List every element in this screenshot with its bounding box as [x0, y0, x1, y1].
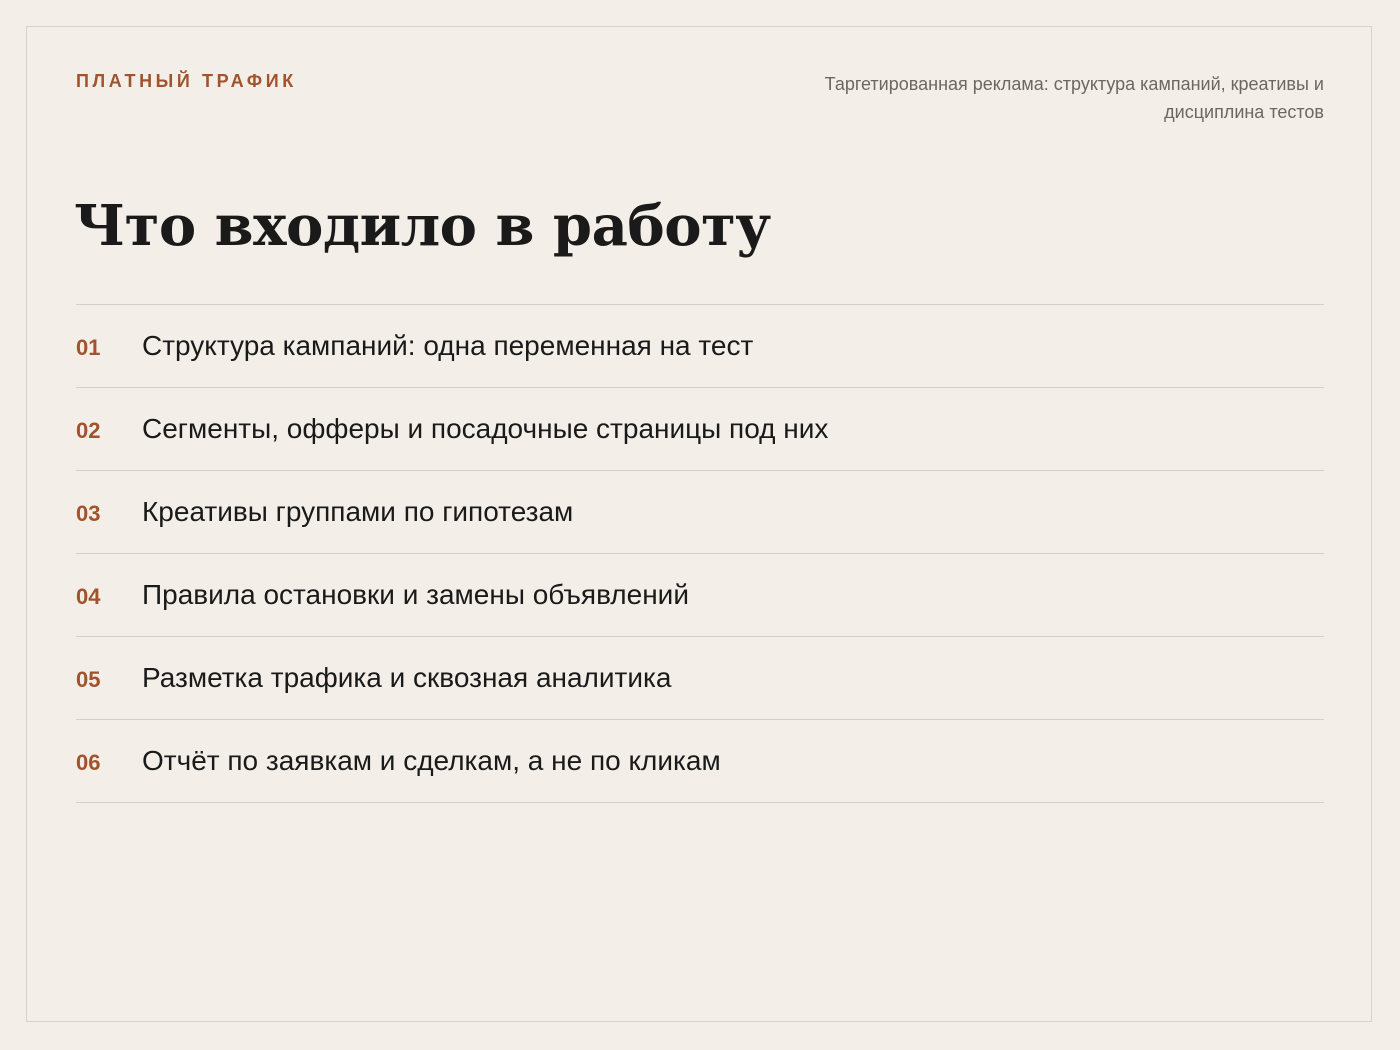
- item-number: 06: [76, 750, 101, 775]
- list-item: 02 Сегменты, офферы и посадочные страниц…: [76, 388, 1324, 471]
- item-number: 04: [76, 584, 101, 609]
- item-text: Креативы группами по гипотезам: [142, 496, 574, 527]
- list-item: 04 Правила остановки и замены объявлений: [76, 554, 1324, 637]
- item-number: 05: [76, 667, 101, 692]
- section-label: ПЛАТНЫЙ ТРАФИК: [76, 71, 297, 91]
- list-item: 01 Структура кампаний: одна переменная н…: [76, 305, 1324, 388]
- page-title: Что входило в работу: [74, 193, 771, 259]
- item-number: 03: [76, 501, 101, 526]
- slide-subtitle: Таргетированная реклама: структура кампа…: [824, 74, 1324, 122]
- item-number: 01: [76, 335, 101, 360]
- item-text: Разметка трафика и сквозная аналитика: [142, 662, 672, 693]
- list-item: 03 Креативы группами по гипотезам: [76, 471, 1324, 554]
- list-item: 05 Разметка трафика и сквозная аналитика: [76, 637, 1324, 720]
- item-text: Сегменты, офферы и посадочные страницы п…: [142, 413, 829, 444]
- item-text: Структура кампаний: одна переменная на т…: [142, 330, 754, 361]
- item-text: Правила остановки и замены объявлений: [142, 579, 689, 610]
- item-number: 02: [76, 418, 101, 443]
- item-text: Отчёт по заявкам и сделкам, а не по клик…: [142, 745, 721, 776]
- work-items-list: 01 Структура кампаний: одна переменная н…: [76, 304, 1324, 803]
- list-item: 06 Отчёт по заявкам и сделкам, а не по к…: [76, 720, 1324, 803]
